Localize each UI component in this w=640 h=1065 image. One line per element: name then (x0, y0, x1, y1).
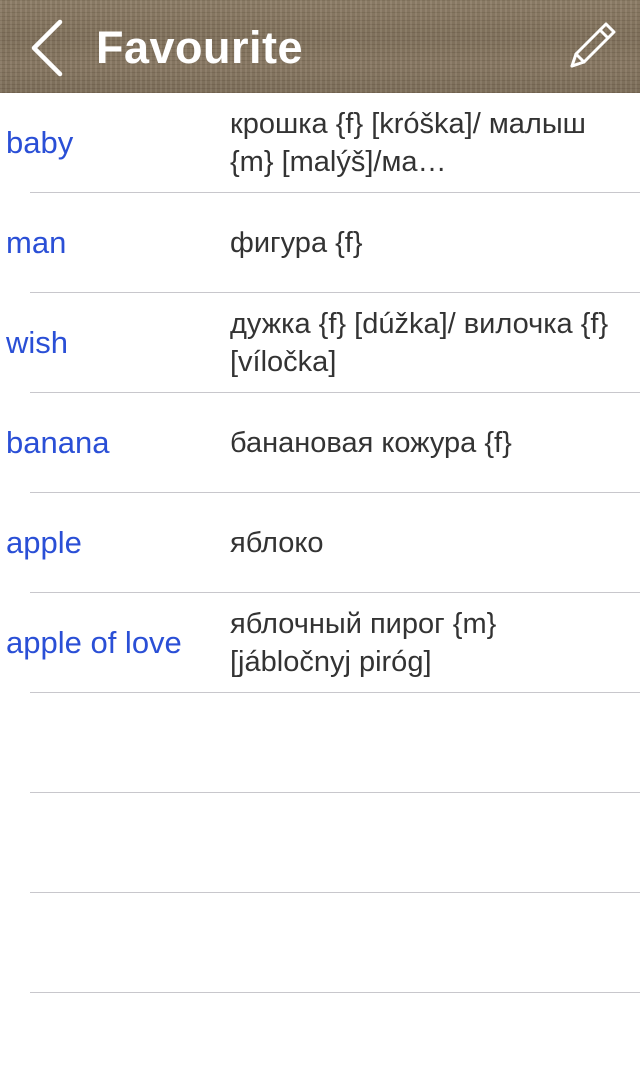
entry-word: apple (6, 524, 82, 560)
list-item[interactable]: man фигура {f} (0, 193, 640, 293)
app-window: Favourite baby крошка {f} [króška]/ малы… (0, 0, 640, 1065)
favourites-list: baby крошка {f} [króška]/ малыш {m} [mal… (0, 93, 640, 993)
entry-translation: дужка {f} [dúžka]/ вилочка {f} [víločka] (230, 307, 609, 378)
entry-word: man (6, 224, 67, 260)
edit-button[interactable] (560, 16, 622, 78)
empty-row (0, 893, 640, 993)
empty-row (0, 693, 640, 793)
list-item[interactable]: apple яблоко (0, 493, 640, 593)
list-item[interactable]: wish дужка {f} [dúžka]/ вилочка {f} [víl… (0, 293, 640, 393)
entry-translation: яблоко (230, 526, 324, 559)
back-button[interactable] (22, 14, 74, 80)
page-title: Favourite (96, 22, 304, 73)
list-item[interactable]: baby крошка {f} [króška]/ малыш {m} [mal… (0, 93, 640, 193)
navigation-bar: Favourite (0, 0, 640, 93)
entry-word: banana (6, 424, 110, 460)
entry-word: apple of love (6, 624, 182, 660)
entry-translation: яблочный пирог {m} [jábločnyj piróg] (230, 607, 497, 678)
entry-translation: фигура {f} (230, 226, 363, 259)
empty-row (0, 793, 640, 893)
entry-word: baby (6, 124, 74, 160)
row-separator (30, 992, 640, 993)
entry-word: wish (6, 324, 69, 360)
pencil-icon (570, 22, 616, 68)
chevron-left-icon (31, 19, 63, 77)
list-item[interactable]: banana банановая кожура {f} (0, 393, 640, 493)
entry-translation: крошка {f} [króška]/ малыш {m} [malýš]/м… (230, 107, 586, 178)
entry-translation: банановая кожура {f} (230, 426, 512, 459)
list-item[interactable]: apple of love яблочный пирог {m} [jábloč… (0, 593, 640, 693)
